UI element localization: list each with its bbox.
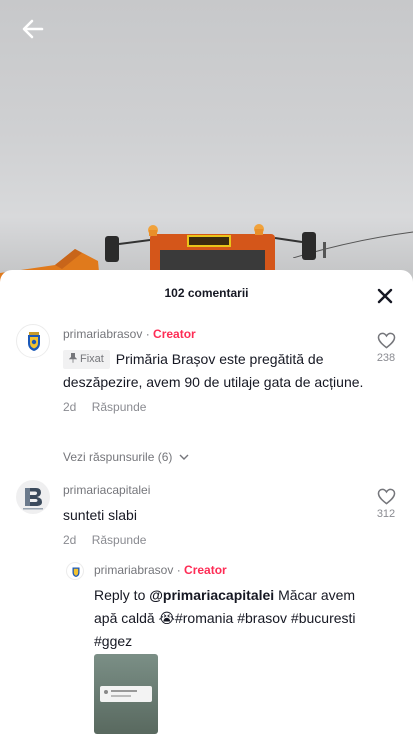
comment-text: sunteti slabi [63, 507, 137, 523]
like-button[interactable]: 238 [371, 332, 401, 364]
comments-panel: 102 comentarii primariabrasov · Creator … [0, 270, 413, 740]
reply-item: primariabrasov · Creator Reply to @prima… [0, 558, 413, 738]
pinned-badge: Fixat [63, 350, 110, 369]
comment-body: primariabrasov · Creator Fixat Primăria … [63, 326, 393, 415]
video-background [0, 0, 413, 290]
chevron-down-icon [179, 454, 189, 460]
reply-button[interactable]: Răspunde [92, 400, 147, 414]
heart-icon [377, 488, 395, 505]
mention-link[interactable]: @primariacapitalei [149, 587, 274, 603]
pin-icon [68, 352, 78, 363]
avatar[interactable] [66, 562, 84, 580]
like-count: 238 [376, 352, 396, 364]
view-replies-button[interactable]: Vezi răspunsurile (6) [63, 450, 189, 464]
comment-body: primariacapitalei sunteti slabi 2d Răspu… [63, 482, 363, 548]
heart-icon [377, 332, 395, 349]
author-separator: · [173, 563, 185, 577]
comment-author[interactable]: primariacapitalei [63, 482, 363, 498]
author-separator: · [142, 327, 154, 341]
arrow-left-icon[interactable] [18, 14, 48, 44]
brasov-coat-of-arms-icon [72, 567, 80, 577]
like-count: 312 [376, 508, 396, 520]
comments-count: 102 comentarii [164, 286, 249, 300]
comment-item: primariabrasov · Creator Fixat Primăria … [0, 318, 413, 468]
reply-text: Reply to @primariacapitalei Măcar avem a… [94, 584, 369, 653]
avatar[interactable] [16, 324, 50, 358]
brasov-coat-of-arms-icon [28, 332, 40, 351]
comments-header: 102 comentarii [0, 270, 413, 318]
reply-body: primariabrasov · Creator Reply to @prima… [94, 562, 369, 653]
comment-meta: 2d Răspunde [63, 399, 393, 415]
comment-meta: 2d Răspunde [63, 532, 363, 548]
close-icon[interactable] [377, 288, 393, 304]
comment-author[interactable]: primariabrasov [63, 327, 142, 341]
comment-age: 2d [63, 533, 77, 547]
reply-prefix: Reply to [94, 587, 150, 603]
crying-emoji: 😭 [158, 610, 175, 626]
like-button[interactable]: 312 [371, 488, 401, 520]
reply-button[interactable]: Răspunde [92, 533, 147, 547]
comment-text: Fixat Primăria Brașov este pregătită de … [63, 348, 393, 394]
creator-badge: Creator [184, 563, 227, 577]
pinned-label: Fixat [80, 353, 104, 365]
creator-badge: Creator [153, 327, 196, 341]
bucuresti-logo-icon [23, 488, 43, 510]
thumbnail-notification-card [100, 686, 152, 702]
reply-author[interactable]: primariabrasov [94, 563, 173, 577]
reply-author-line: primariabrasov · Creator [94, 562, 369, 578]
comment-age: 2d [63, 400, 77, 414]
reply-video-thumbnail[interactable] [94, 654, 158, 734]
view-replies-label: Vezi răspunsurile (6) [63, 450, 173, 464]
avatar[interactable] [16, 480, 50, 514]
comment-author-line: primariabrasov · Creator [63, 326, 393, 342]
comment-item: primariacapitalei sunteti slabi 2d Răspu… [0, 476, 413, 740]
